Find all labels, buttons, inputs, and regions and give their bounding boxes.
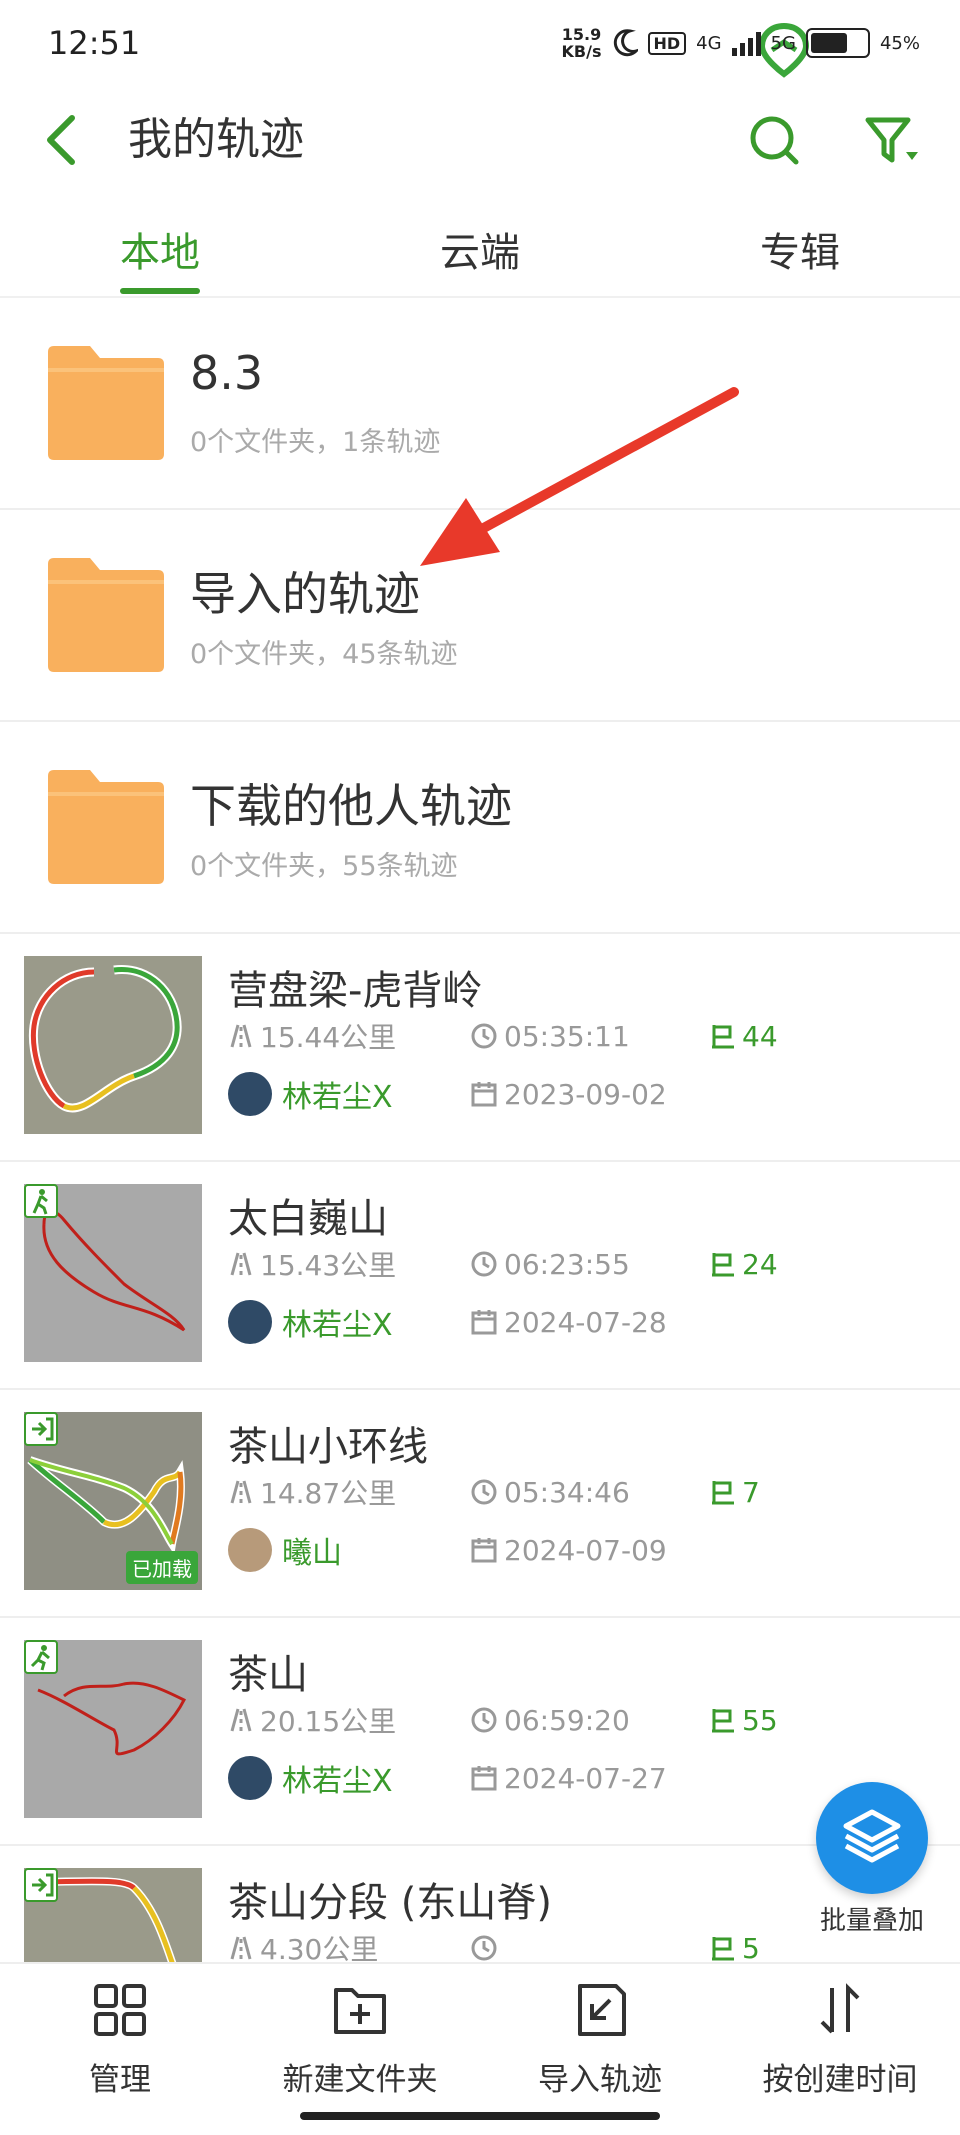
track-user[interactable]: 曦山: [282, 1528, 342, 1572]
annotation-arrow-icon: [420, 387, 739, 566]
track-thumbnail: [24, 956, 202, 1134]
import-track-label: 导入轨迹: [538, 2062, 662, 2098]
track-thumbnail: [24, 1640, 202, 1818]
track-name: 茶山: [228, 1652, 308, 1698]
calendar-icon: [471, 1538, 497, 1563]
calendar-icon: [471, 1310, 497, 1335]
loaded-badge: 已加载: [126, 1551, 198, 1584]
flag-icon: [712, 1937, 734, 1961]
track-item[interactable]: 已加载 茶山小环线 14.87公里 05:34:46 7 曦山 2024-07-…: [0, 1390, 960, 1618]
track-waypoints: 55: [742, 1703, 778, 1737]
track-date: 2024-07-09: [504, 1533, 667, 1567]
track-duration: 05:35:11: [504, 1019, 630, 1053]
avatar[interactable]: [228, 1300, 272, 1344]
track-name: 营盘梁-虎背岭: [228, 968, 483, 1014]
track-distance: 15.44公里: [260, 1021, 397, 1054]
track-item[interactable]: 营盘梁-虎背岭 15.44公里 05:35:11 44 林若尘X 2023-09…: [0, 934, 960, 1162]
clock-icon: [471, 1935, 497, 1961]
clock-icon: [471, 1707, 497, 1733]
track-item[interactable]: 太白巍山 15.43公里 06:23:55 24 林若尘X 2024-07-28: [0, 1162, 960, 1390]
bottom-toolbar: 管理 新建文件夹 导入轨迹 按创建时间: [0, 1962, 960, 2135]
track-duration: 05:34:46: [504, 1475, 630, 1509]
manage-button[interactable]: 管理: [0, 1980, 240, 2099]
road-icon: [230, 1024, 252, 1048]
track-date: 2024-07-28: [504, 1305, 667, 1339]
road-icon: [230, 1480, 252, 1504]
sort-button[interactable]: 按创建时间: [720, 1980, 960, 2099]
track-name: 茶山分段 (东山脊): [228, 1880, 552, 1926]
clock-icon: [471, 1023, 497, 1049]
calendar-icon: [471, 1766, 497, 1791]
track-date: 2024-07-27: [504, 1761, 667, 1795]
sort-icon: [820, 1983, 860, 2034]
flag-icon: [712, 1709, 734, 1733]
layers-icon: [843, 1809, 901, 1863]
track-user[interactable]: 林若尘X: [282, 1072, 393, 1116]
road-icon: [230, 1252, 252, 1276]
track-waypoints: 5: [742, 1931, 760, 1963]
folder-name: 下载的他人轨迹: [190, 779, 512, 833]
track-name: 太白巍山: [228, 1196, 388, 1242]
track-waypoints: 44: [742, 1019, 778, 1053]
track-duration: 06:59:20: [504, 1703, 630, 1737]
batch-overlay-label: 批量叠加: [819, 1906, 924, 1936]
folder-meta: 0个文件夹，55条轨迹: [190, 851, 458, 882]
import-icon: [24, 1412, 58, 1446]
avatar[interactable]: [228, 1756, 272, 1800]
flag-icon: [712, 1481, 734, 1505]
track-user[interactable]: 林若尘X: [282, 1756, 393, 1800]
track-waypoints: 7: [742, 1475, 760, 1509]
home-indicator: [300, 2112, 660, 2120]
folder-icon: [48, 770, 164, 884]
track-user[interactable]: 林若尘X: [282, 1300, 393, 1344]
track-date: 2023-09-02: [504, 1077, 667, 1111]
folder-item[interactable]: 下载的他人轨迹 0个文件夹，55条轨迹: [0, 722, 960, 934]
clock-icon: [471, 1251, 497, 1277]
hiking-icon: [24, 1184, 58, 1218]
avatar[interactable]: [228, 1072, 272, 1116]
calendar-icon: [471, 1082, 497, 1107]
clock-icon: [471, 1479, 497, 1505]
track-thumbnail: 已加载: [24, 1412, 202, 1590]
track-duration: 06:23:55: [504, 1247, 630, 1281]
track-distance: 20.15公里: [260, 1705, 397, 1738]
manage-label: 管理: [89, 2062, 151, 2098]
batch-overlay-button[interactable]: [816, 1782, 928, 1894]
import-icon: [24, 1868, 58, 1902]
sort-label: 按创建时间: [762, 2062, 918, 2098]
import-track-button[interactable]: 导入轨迹: [480, 1980, 720, 2099]
track-distance: 14.87公里: [260, 1477, 397, 1510]
flag-icon: [712, 1253, 734, 1277]
grid-icon: [94, 1984, 146, 2036]
road-icon: [230, 1936, 252, 1960]
avatar[interactable]: [228, 1528, 272, 1572]
import-track-icon: [578, 1984, 626, 2036]
new-folder-label: 新建文件夹: [282, 2062, 438, 2098]
new-folder-button[interactable]: 新建文件夹: [240, 1980, 480, 2099]
flag-icon: [712, 1025, 734, 1049]
track-name: 茶山小环线: [228, 1424, 428, 1470]
running-icon: [24, 1640, 58, 1674]
new-folder-icon: [334, 1988, 386, 2034]
track-distance: 15.43公里: [260, 1249, 397, 1282]
road-icon: [230, 1708, 252, 1732]
track-thumbnail: [24, 1868, 202, 1962]
track-thumbnail: [24, 1184, 202, 1362]
track-distance: 4.30公里: [260, 1933, 379, 1962]
track-waypoints: 24: [742, 1247, 778, 1281]
